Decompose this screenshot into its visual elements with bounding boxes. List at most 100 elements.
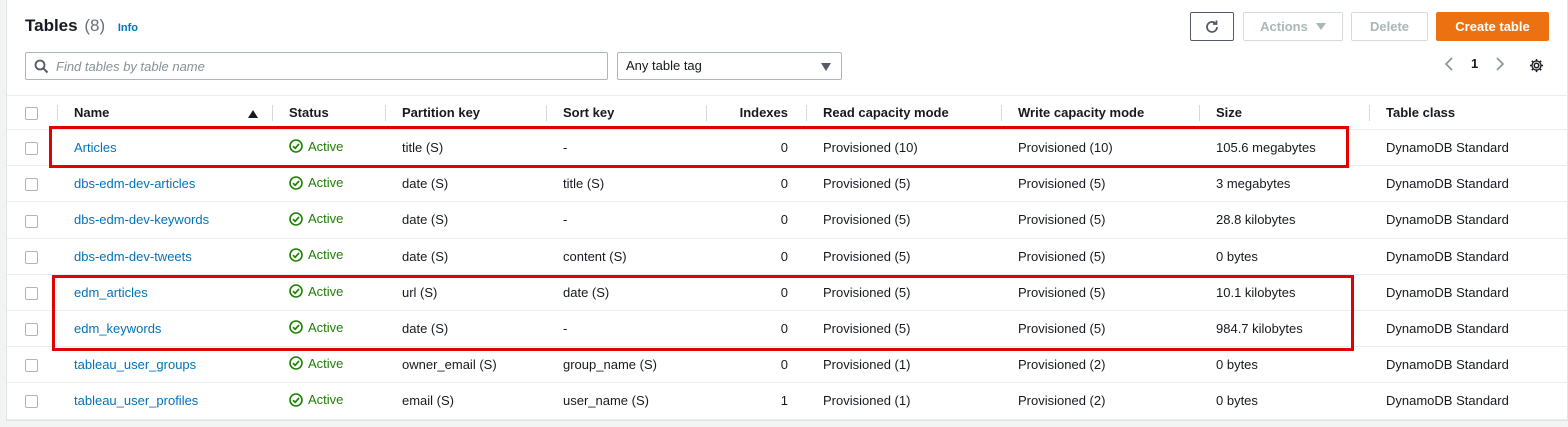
table-name-link[interactable]: dbs-edm-dev-keywords bbox=[74, 212, 209, 227]
partition-key-cell: owner_email (S) bbox=[385, 346, 546, 384]
chevron-left-icon bbox=[1444, 57, 1453, 71]
table-name-link[interactable]: tableau_user_groups bbox=[74, 357, 196, 372]
indexes-cell: 0 bbox=[706, 310, 806, 348]
row-checkbox[interactable] bbox=[7, 238, 57, 275]
write-capacity-cell: Provisioned (10) bbox=[1001, 129, 1199, 167]
select-all-checkbox[interactable] bbox=[7, 95, 57, 130]
row-checkbox[interactable] bbox=[7, 382, 57, 420]
sort-key-cell: user_name (S) bbox=[546, 382, 706, 420]
delete-button[interactable]: Delete bbox=[1351, 12, 1428, 41]
table-name-link[interactable]: Articles bbox=[74, 140, 117, 155]
read-capacity-cell: Provisioned (1) bbox=[806, 382, 1001, 420]
partition-key-cell: date (S) bbox=[385, 238, 546, 275]
table-row[interactable]: tableau_user_profiles Active email (S) user… bbox=[7, 382, 1568, 420]
size-cell: 105.6 megabytes bbox=[1199, 129, 1369, 167]
size-cell: 3 megabytes bbox=[1199, 165, 1369, 203]
row-checkbox[interactable] bbox=[7, 274, 57, 311]
tag-select-value: Any table tag bbox=[626, 58, 702, 73]
table-row[interactable]: dbs-edm-dev-articles Active date (S) title … bbox=[7, 165, 1568, 203]
next-page-button[interactable] bbox=[1495, 56, 1505, 75]
read-capacity-cell: Provisioned (5) bbox=[806, 165, 1001, 203]
column-header-write-capacity[interactable]: Write capacity mode bbox=[1001, 95, 1199, 130]
column-header-size[interactable]: Size bbox=[1199, 95, 1369, 130]
column-header-status[interactable]: Status bbox=[272, 95, 385, 130]
read-capacity-cell: Provisioned (5) bbox=[806, 310, 1001, 348]
column-header-partition-key[interactable]: Partition key bbox=[385, 95, 546, 130]
read-capacity-cell: Provisioned (5) bbox=[806, 238, 1001, 275]
title-text: Tables bbox=[25, 16, 78, 35]
sort-ascending-icon bbox=[248, 110, 258, 118]
status-check-icon bbox=[289, 248, 303, 262]
search-box bbox=[25, 52, 608, 80]
column-header-table-class[interactable]: Table class bbox=[1369, 95, 1568, 130]
table-class-cell: DynamoDB Standard bbox=[1369, 165, 1568, 203]
status-badge: Active bbox=[289, 175, 343, 190]
indexes-cell: 0 bbox=[706, 201, 806, 239]
tables-list: Name Status Partition key Sort key Index… bbox=[7, 95, 1568, 420]
indexes-cell: 1 bbox=[706, 382, 806, 420]
status-check-icon bbox=[289, 320, 303, 335]
page-number[interactable]: 1 bbox=[1471, 56, 1478, 71]
table-class-cell: DynamoDB Standard bbox=[1369, 382, 1568, 420]
partition-key-cell: date (S) bbox=[385, 165, 546, 203]
chevron-right-icon bbox=[1496, 57, 1505, 71]
sort-key-cell: group_name (S) bbox=[546, 346, 706, 384]
table-row[interactable]: dbs-edm-dev-keywords Active date (S) -0 Prov… bbox=[7, 201, 1568, 239]
table-name-link[interactable]: edm_keywords bbox=[74, 321, 161, 336]
table-row[interactable]: tableau_user_groups Active owner_email (S)… bbox=[7, 346, 1568, 384]
create-table-button[interactable]: Create table bbox=[1436, 12, 1549, 41]
table-row[interactable]: edm_keywords Active date (S) -0 Provisioned … bbox=[7, 310, 1568, 348]
partition-key-cell: url (S) bbox=[385, 274, 546, 311]
status-check-icon bbox=[289, 392, 303, 407]
row-checkbox[interactable] bbox=[7, 346, 57, 384]
search-input[interactable] bbox=[54, 53, 594, 79]
table-row[interactable]: edm_articles Active url (S) date (S) 0 Provis… bbox=[7, 274, 1568, 311]
page-title: Tables (8) Info bbox=[25, 16, 138, 36]
status-check-icon bbox=[289, 356, 303, 371]
info-link[interactable]: Info bbox=[118, 22, 138, 34]
read-capacity-cell: Provisioned (5) bbox=[806, 274, 1001, 311]
sort-key-cell: content (S) bbox=[546, 238, 706, 275]
dropdown-arrow-icon bbox=[821, 63, 831, 71]
table-name-link[interactable]: dbs-edm-dev-articles bbox=[74, 176, 195, 191]
sort-key-cell: - bbox=[546, 310, 706, 348]
table-class-cell: DynamoDB Standard bbox=[1369, 274, 1568, 311]
size-cell: 0 bytes bbox=[1199, 238, 1369, 275]
write-capacity-cell: Provisioned (2) bbox=[1001, 346, 1199, 384]
table-name-link[interactable]: dbs-edm-dev-tweets bbox=[74, 249, 192, 264]
write-capacity-cell: Provisioned (5) bbox=[1001, 165, 1199, 203]
table-count: (8) bbox=[84, 16, 106, 35]
delete-label: Delete bbox=[1369, 19, 1410, 34]
table-name-link[interactable]: tableau_user_profiles bbox=[74, 393, 198, 408]
search-icon bbox=[34, 59, 49, 74]
write-capacity-cell: Provisioned (5) bbox=[1001, 310, 1199, 348]
table-row[interactable]: dbs-edm-dev-tweets Active date (S) content … bbox=[7, 238, 1568, 275]
size-cell: 10.1 kilobytes bbox=[1199, 274, 1369, 311]
write-capacity-cell: Provisioned (5) bbox=[1001, 238, 1199, 275]
column-header-indexes[interactable]: Indexes bbox=[706, 95, 806, 130]
create-label: Create table bbox=[1455, 19, 1530, 34]
read-capacity-cell: Provisioned (10) bbox=[806, 129, 1001, 167]
table-name-link[interactable]: edm_articles bbox=[74, 285, 148, 300]
indexes-cell: 0 bbox=[706, 165, 806, 203]
actions-button[interactable]: Actions bbox=[1243, 12, 1343, 41]
refresh-button[interactable] bbox=[1190, 12, 1234, 41]
row-checkbox[interactable] bbox=[7, 165, 57, 203]
table-tag-select[interactable]: Any table tag bbox=[617, 52, 842, 80]
partition-key-cell: date (S) bbox=[385, 310, 546, 348]
status-badge: Active bbox=[289, 284, 343, 299]
table-row[interactable]: Articles Active title (S) -0 Provisioned (10… bbox=[7, 129, 1568, 167]
column-header-read-capacity[interactable]: Read capacity mode bbox=[806, 95, 1001, 130]
row-checkbox[interactable] bbox=[7, 201, 57, 239]
column-header-name[interactable]: Name bbox=[57, 95, 272, 130]
status-badge: Active bbox=[289, 392, 343, 407]
partition-key-cell: title (S) bbox=[385, 129, 546, 167]
status-check-icon bbox=[289, 139, 303, 154]
row-checkbox[interactable] bbox=[7, 310, 57, 348]
row-checkbox[interactable] bbox=[7, 129, 57, 167]
preferences-button[interactable] bbox=[1529, 58, 1544, 76]
caret-down-icon bbox=[1315, 23, 1326, 30]
indexes-cell: 0 bbox=[706, 129, 806, 167]
column-header-sort-key[interactable]: Sort key bbox=[546, 95, 706, 130]
prev-page-button[interactable] bbox=[1444, 56, 1454, 75]
